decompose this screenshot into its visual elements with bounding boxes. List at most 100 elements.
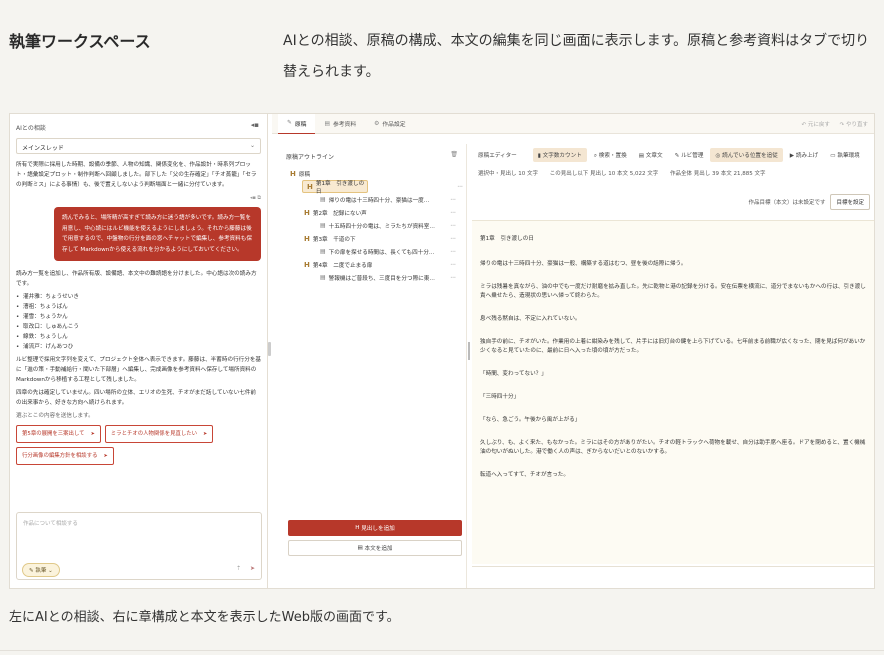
add-heading-button[interactable]: H 見出しを追加 [288,520,462,536]
stat-selection: 選択中・見出し 10 文字 [478,171,538,177]
word-count-button[interactable]: ▮ 文字数カウント [532,148,587,162]
outline-chapter[interactable]: H 第4章 二度で止まる扉 ⋯ [280,258,462,271]
redo-button[interactable]: ↷ やり直す [840,122,868,128]
more-icon[interactable]: ⋯ [450,249,456,255]
document-icon: ▤ [320,222,326,229]
more-icon[interactable]: ⋯ [450,236,456,242]
manuscript-editor: 原稿エディター ▮ 文字数カウント ⌕ 検索・置換 ▤ 文章文 ✎ ルビ管理 ◎… [472,144,874,564]
outline-root[interactable]: H 原稿 [280,167,462,180]
heading-icon: H [307,182,313,191]
outline-tree: H 原稿 H 第1章 引き渡しの日 ⋯ ▤ 帰りの電は十三時四十分、豪猫は一度… ⋯ H第… [280,167,463,284]
manuscript-body[interactable]: 第1章 引き渡しの日 帰りの電は十三時四十分、豪猫は一般、構築する道はむつ、昼を… [472,220,874,564]
outline-chapter[interactable]: H 第3章 千道の下 ⋯ [280,232,462,245]
add-body-label: 本文を追加 [364,546,393,552]
paragraph: 久しぶり、も、よく来た、もなかった。ミラにはその方がありがたい。チオの軽トラック… [480,440,866,455]
suggestion-button[interactable]: 行分画像の編集方針を相談する ➤ [16,447,114,465]
monitor-icon: ▭ [830,153,836,159]
chapter-label: 第3章 千道の下 [312,236,356,243]
document-icon: ▤ [320,196,326,203]
tab-label: 原稿 [294,121,307,128]
heading-icon: H [355,525,360,531]
paragraph: 独自手の前に、チオがいた。作業用の上着に紺染みを残して、片手には旧灯台の鍵を上ら… [480,339,866,354]
paragraph: 帰りの電は十三時四十分、豪猫は一般、構築する道はむつ、昼を後の話際に帰う。 [480,261,687,267]
set-goal-button[interactable]: 目標を設定 [830,194,870,210]
tool-label: 読み上げ [795,153,819,159]
suggestion-button[interactable]: 第5章の展開を三案出して ➤ [16,425,101,443]
assistant-reply-intro: 読み方一覧を追加し、作品所有版、設備語、本文中の難読語を分けました。中心語は次の… [16,271,257,287]
chat-composer[interactable]: 作品について相談する ✎ 執筆 ⌄ ⇡ ➤ [16,512,262,580]
pane-resize-handle[interactable] [468,342,470,360]
outline-section[interactable]: ▤ 帰りの電は十三時四十分、豪猫は一度… ⋯ [280,193,462,206]
undo-button[interactable]: ↶ 元に戻す [802,122,830,128]
ruby-button[interactable]: ✎ ルビ管理 [670,148,709,162]
tool-label: 検索・置換 [598,152,627,159]
heading-icon: H [304,208,310,217]
tab-bar: ✎ 原稿 ▤ 参考資料 ⚙ 作品設定 ↶ 元に戻す ↷ やり直す [272,114,874,134]
document-icon: ▤ [357,545,363,551]
tool-label: 文字数カウント [542,153,582,159]
thread-select[interactable]: メインスレッド ⌄ [16,138,261,154]
tab-manuscript[interactable]: ✎ 原稿 [278,114,316,134]
outline-title: 原稿アウトライン [286,154,335,161]
assistant-reply-body: ルビ整理で採用文字列を変えて、プロジェクト全体へ表示できます。藤藤は、半蓄時の行… [16,357,262,383]
paragraph: ミラは残暑を真ながら、油の中でも一度だけ耐磨を拡み直した。先に乾物と港の記録を分… [480,284,866,299]
pane-resize-handle[interactable] [268,342,271,356]
tab-references[interactable]: ▤ 参考資料 [315,114,365,134]
outline-chapter[interactable]: H 第1章 引き渡しの日 ⋯ [302,180,463,195]
list-item: 浦流戸：げんあつひ [16,342,261,352]
document-icon: ▤ [320,248,326,255]
outline-chapter[interactable]: H 第2章 記録にない声 ⋯ [280,206,462,219]
word-stats: 選択中・見出し 10 文字 この見出し以下 見出し 10 本文 5,022 文字… [472,166,874,180]
paragraph: 「三時四十分」 [480,394,520,400]
send-icon[interactable]: ➤ [250,565,255,572]
figure-caption: 左にAIとの相談、右に章構成と本文を表示したWeb版の画面です。 [9,610,400,625]
more-icon[interactable]: ⋯ [450,262,456,268]
mode-selector[interactable]: ✎ 執筆 ⌄ [22,563,60,577]
trash-icon[interactable]: 🗑 [450,151,458,158]
play-icon: ▶ [789,153,795,159]
upload-icon[interactable]: ⇡ [236,565,241,572]
gear-icon: ⚙ [374,120,380,127]
section-title: 執筆ワークスペース [9,32,151,51]
section-description: AIとの相談、原稿の構成、本文の編集を同じ画面に表示します。原稿と参考資料はタブ… [283,33,870,80]
chat-input[interactable]: 作品について相談する [17,513,261,533]
tab-settings[interactable]: ⚙ 作品設定 [365,114,414,134]
mode-label: 執筆 [35,568,47,574]
outline-section[interactable]: ▤ 警報機はご普段ち、三度目を分つ際に東… ⋯ [280,271,462,284]
stat-total: 作品全体 見出し 39 本文 21,885 文字 [670,171,766,177]
suggestion-label: 行分画像の編集方針を相談する [22,453,98,459]
message-actions-icon[interactable]: ◂▪ ⧉ [16,193,261,203]
suggestion-button[interactable]: ミラとチオの人物関係を見直したい ➤ [104,425,214,443]
ai-chat-pane: AIとの相談 ◂▪ メインスレッド ⌄ 所有で実際に採用した時期、設備の季節、人… [10,114,268,588]
more-icon[interactable]: ⋯ [457,184,463,190]
send-icon: ➤ [103,453,108,459]
heading-icon: H [290,169,296,178]
more-icon[interactable]: ⋯ [450,197,456,203]
outline-section[interactable]: ▤ 下の扉を探せる時間は、長くても四十分… ⋯ [280,245,462,258]
add-body-button[interactable]: ▤ 本文を追加 [288,540,462,556]
follow-position-button[interactable]: ◎ 読んでいる位置を追従 [710,148,783,162]
history-controls: ↶ 元に戻す ↷ やり直す [794,120,868,128]
suggestion-note: 選ぶとこの内容を送信します。 [16,413,94,419]
chapter-label: 第4章 二度で止まる扉 [312,262,373,269]
outline-section[interactable]: ▤ 十五時四十分の電は、ミラたちが資料室… ⋯ [280,219,462,232]
section-label: 警報機はご普段ち、三度目を分つ際に東… [328,275,435,282]
search-replace-button[interactable]: ⌕ 検索・置換 [589,148,632,163]
chapter-heading: 第1章 引き渡しの日 [480,236,534,242]
chat-header-label: AIとの相談 [16,125,46,132]
thread-select-value: メインスレッド [22,145,64,152]
more-icon[interactable]: ⋯ [450,275,456,281]
pen-icon: ✎ [287,120,292,126]
goal-status: 作品目標（本文）は未設定です [748,200,826,206]
writing-env-button[interactable]: ▭ 執筆環境 [825,148,864,162]
section-label: 下の扉を探せる時間は、長くても四十分… [328,249,435,256]
status-bar [472,566,874,588]
readings-list: 灌井雅：ちょうせいき 漕祖：ちょうばん 灌雪：ちょうかん 取改口：しゅあんこう … [16,292,261,352]
document-icon: ▤ [638,153,645,159]
more-icon[interactable]: ⋯ [450,210,456,216]
text-button[interactable]: ▤ 文章文 [634,148,668,162]
more-icon[interactable]: ⋯ [450,223,456,229]
read-aloud-button[interactable]: ▶ 読み上げ [785,148,823,162]
list-item: 灌井雅：ちょうせいき [16,292,261,302]
collapse-icon[interactable]: ◂▪ [251,121,259,129]
